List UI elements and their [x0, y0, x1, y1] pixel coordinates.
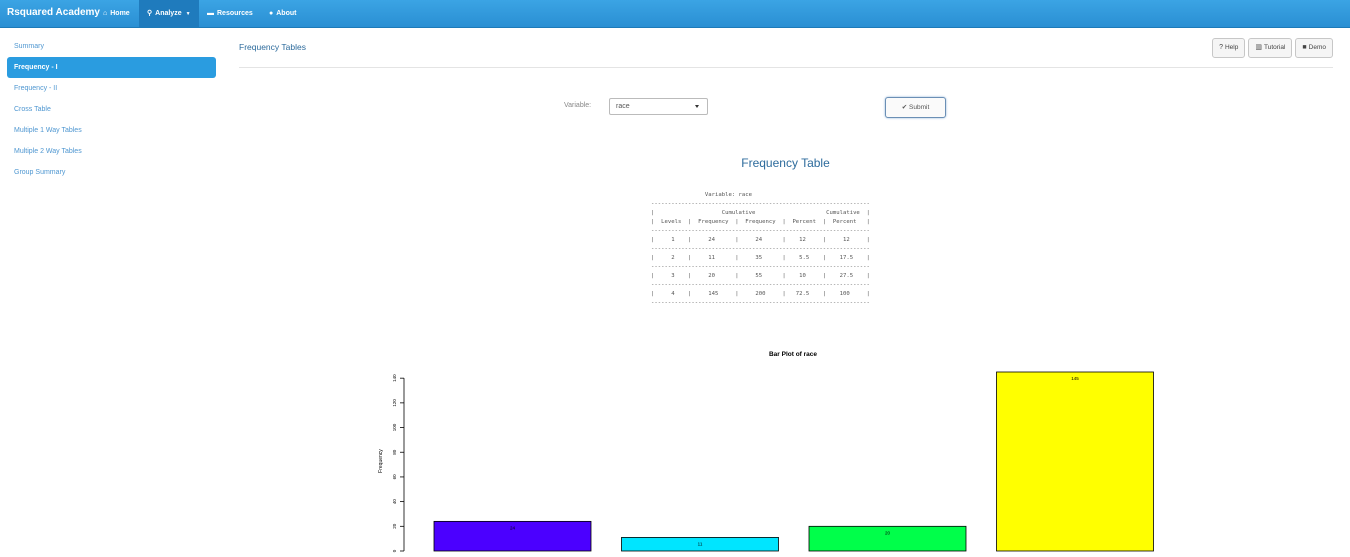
search-icon: ⚲: [147, 10, 153, 17]
chevron-down-icon: ▼: [185, 11, 191, 17]
y-tick-label: 60: [392, 474, 397, 480]
nav-about-label: About: [276, 10, 297, 17]
home-icon: ⌂: [103, 10, 108, 17]
bar-data-label: 145: [1071, 376, 1079, 381]
bar-4: [996, 371, 1154, 552]
y-tick-label: 140: [392, 374, 397, 382]
variable-label: Variable:: [564, 102, 592, 109]
page-title: Frequency Tables: [239, 42, 306, 52]
check-icon: ✔: [901, 104, 908, 111]
frequency-table-title: Frequency Table: [741, 156, 830, 170]
bar-1: [433, 520, 592, 552]
info-icon: ●: [269, 10, 274, 17]
demo-button[interactable]: ■ Demo: [1295, 38, 1333, 58]
nav-analyze-label: Analyze: [155, 10, 182, 17]
nav-resources-label: Resources: [217, 10, 253, 17]
institution-icon: ▥: [1255, 44, 1262, 51]
y-axis-label: Frequency: [378, 449, 384, 473]
sidebar-item-cross-table[interactable]: Cross Table: [7, 99, 216, 120]
brand-logo[interactable]: Rsquared Academy: [7, 7, 100, 18]
nav-analyze[interactable]: ⚲ Analyze ▼: [139, 0, 199, 27]
demo-button-label: Demo: [1308, 44, 1326, 51]
video-camera-icon: ■: [1302, 44, 1307, 51]
sidebar-item-summary[interactable]: Summary: [7, 36, 216, 57]
variable-select[interactable]: race: [609, 98, 708, 115]
bar-data-label: 24: [510, 525, 516, 530]
divider: [239, 67, 1333, 68]
question-circle-icon: ?: [1219, 44, 1223, 51]
caret-down-icon: [695, 105, 699, 108]
y-tick-label: 20: [392, 523, 397, 529]
nav-resources[interactable]: ▬ Resources: [199, 0, 261, 27]
nav-about[interactable]: ● About: [261, 0, 304, 27]
sidebar-item-frequency-i[interactable]: Frequency - I: [7, 57, 216, 78]
help-button-label: Help: [1224, 44, 1239, 51]
nav-home-label: Home: [110, 10, 130, 17]
y-tick-label: 80: [392, 449, 397, 455]
y-tick-label: 120: [392, 399, 397, 407]
bar-3: [808, 525, 967, 552]
frequency-table-output: Variable: race -------------------------…: [651, 192, 870, 306]
bar-data-label: 11: [698, 541, 703, 546]
header-button-group: ? Help ▥ Tutorial ■ Demo: [1212, 38, 1333, 58]
chart-title: Bar Plot of race: [769, 351, 817, 358]
tutorial-button-label: Tutorial: [1263, 44, 1286, 51]
sidebar-item-multiple-1-way-tables[interactable]: Multiple 1 Way Tables: [7, 120, 216, 141]
y-tick-label: 40: [392, 499, 397, 505]
sidebar-item-frequency-ii[interactable]: Frequency - II: [7, 78, 216, 99]
y-tick-label: 0: [392, 549, 397, 552]
nav-home[interactable]: ⌂ Home: [95, 0, 138, 27]
variable-select-value: race: [616, 103, 630, 110]
top-navbar: Rsquared Academy ⌂ Home ⚲ Analyze ▼ ▬ Resou…: [0, 0, 1350, 28]
submit-button[interactable]: ✔ Submit: [885, 97, 946, 118]
folder-icon: ▬: [207, 10, 214, 17]
bar-2: [621, 537, 779, 552]
bar-data-label: 20: [885, 530, 891, 535]
y-tick-label: 100: [392, 423, 397, 431]
help-button[interactable]: ? Help: [1212, 38, 1246, 58]
submit-button-label: Submit: [909, 104, 930, 111]
tutorial-button[interactable]: ▥ Tutorial: [1248, 38, 1293, 58]
